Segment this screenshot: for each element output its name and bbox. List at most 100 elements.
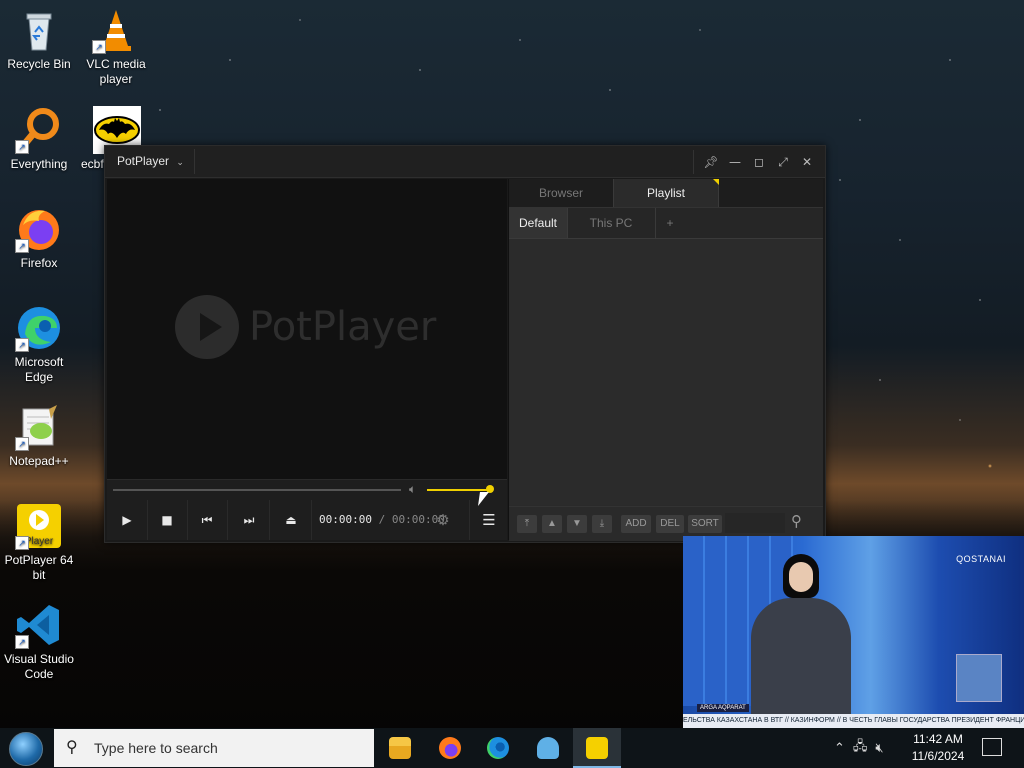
playlist-toggle-button[interactable]: ☰ xyxy=(469,500,508,540)
panel-tabs: Browser Playlist xyxy=(509,179,823,208)
program-tag: ARGA AQPARAT xyxy=(697,704,749,712)
taskbar-firefox[interactable] xyxy=(426,728,474,768)
shortcut-arrow-icon: ↗ xyxy=(92,40,106,54)
pin-icon[interactable]: 📌︎ xyxy=(701,152,721,172)
volume-slider[interactable] xyxy=(427,489,490,491)
desktop-icon-recycle-bin[interactable]: Recycle Bin xyxy=(2,6,76,72)
maximize-button[interactable]: ◻ xyxy=(749,152,769,172)
potplayer-logo: PotPlayer xyxy=(175,295,436,359)
playlist-list[interactable] xyxy=(509,239,823,505)
shortcut-arrow-icon: ↗ xyxy=(15,338,29,352)
time-separator: / xyxy=(378,513,386,526)
stop-button[interactable]: ■ xyxy=(147,500,188,540)
seek-row: 🔈︎ xyxy=(107,479,507,500)
seek-bar[interactable] xyxy=(113,489,401,491)
shortcut-arrow-icon: ↗ xyxy=(15,635,29,649)
taskbar-clock[interactable]: 11:42 AM 11/6/2024 xyxy=(906,731,970,765)
file-explorer-icon xyxy=(389,737,411,759)
desktop-icon-firefox[interactable]: ↗ Firefox xyxy=(2,205,76,271)
shortcut-arrow-icon: ↗ xyxy=(15,437,29,451)
playlist-search-input[interactable] xyxy=(725,513,785,533)
desktop-icon-label: Recycle Bin xyxy=(7,57,71,71)
news-video-overlay[interactable]: QOSTANAI ARGA AQPARAT ЕЛЬСТВА КАЗАХСТАНА… xyxy=(683,536,1024,728)
fullscreen-button[interactable]: ⤢ xyxy=(773,152,793,172)
desktop-icon-label: PotPlayer 64 bit xyxy=(4,553,74,582)
logo-text: PotPlayer xyxy=(249,304,437,350)
tab-this-pc[interactable]: This PC xyxy=(567,208,656,238)
control-bar: ▶ ■ ⏮︎ ⏭︎ ⏏ 00:00:00 / 00:00:00 ⚙ ☰ xyxy=(107,500,507,540)
close-button[interactable]: ✕ xyxy=(797,152,817,172)
next-button[interactable]: ⏭︎ xyxy=(229,500,270,540)
notepadpp-icon: ↗ xyxy=(15,403,63,451)
app-menu-button[interactable]: PotPlayer ⌄ xyxy=(107,149,195,174)
start-button[interactable] xyxy=(6,730,46,766)
shortcut-arrow-icon: ↗ xyxy=(15,536,29,550)
taskbar-edge[interactable] xyxy=(474,728,522,768)
shell-icon xyxy=(537,737,559,759)
move-top-icon[interactable]: ⤒ xyxy=(517,515,537,533)
magnifier-icon: ↗ xyxy=(15,106,63,154)
add-button[interactable]: ADD xyxy=(621,515,651,533)
gear-icon[interactable]: ⚙ xyxy=(429,500,457,540)
add-tab-button[interactable]: + xyxy=(655,208,685,238)
windows-orb-icon xyxy=(9,732,43,766)
notification-icon[interactable] xyxy=(982,738,1002,756)
clock-time: 11:42 AM xyxy=(913,732,963,746)
taskbar-potplayer[interactable] xyxy=(573,728,621,768)
eject-button[interactable]: ⏏ xyxy=(271,500,312,540)
tab-playlist[interactable]: Playlist xyxy=(613,179,719,207)
svg-text:Player: Player xyxy=(25,536,54,547)
taskbar-shell[interactable] xyxy=(524,728,572,768)
chevron-up-icon[interactable]: ⌃ xyxy=(834,741,845,756)
tab-browser[interactable]: Browser xyxy=(509,179,613,207)
firefox-icon xyxy=(439,737,461,759)
speaker-muted-icon[interactable]: 🔇︎ xyxy=(875,741,883,756)
news-ticker: ЕЛЬСТВА КАЗАХСТАНА В ВТГ // КАЗИНФОРМ //… xyxy=(683,714,1024,728)
taskbar-file-explorer[interactable] xyxy=(376,728,424,768)
desktop-icon-label: Visual Studio Code xyxy=(4,652,74,681)
desktop-icon-vscode[interactable]: ↗ Visual Studio Code xyxy=(2,601,76,682)
desktop-icon-notepadpp[interactable]: ↗ Notepad++ xyxy=(2,403,76,469)
search-icon[interactable]: ⚲ xyxy=(791,512,802,530)
minimize-button[interactable]: — xyxy=(725,152,745,172)
clock-date: 11/6/2024 xyxy=(911,749,965,763)
video-area[interactable]: PotPlayer xyxy=(107,179,507,479)
edge-icon xyxy=(487,737,509,759)
desktop-icon-label: Notepad++ xyxy=(9,454,69,468)
desktop-icon-everything[interactable]: ↗ Everything xyxy=(2,106,76,172)
move-bottom-icon[interactable]: ⤓ xyxy=(592,515,612,533)
channel-logo: QOSTANAI xyxy=(956,554,1006,564)
chevron-down-icon: ⌄ xyxy=(176,157,184,167)
delete-button[interactable]: DEL xyxy=(656,515,684,533)
desktop-icon-edge[interactable]: ↗ Microsoft Edge xyxy=(2,304,76,385)
desktop-icon-label: VLC media player xyxy=(86,57,146,86)
move-up-icon[interactable]: ▲ xyxy=(542,515,562,533)
sign-language-inset xyxy=(956,654,1002,702)
play-button[interactable]: ▶ xyxy=(107,500,148,540)
taskbar-search-box[interactable]: ⚲ Type here to search xyxy=(54,729,374,767)
edge-icon: ↗ xyxy=(15,304,63,352)
app-menu-label: PotPlayer xyxy=(117,154,170,168)
playlist-panel: Browser Playlist Default This PC + ⤒ ▲ ▼… xyxy=(508,179,823,541)
previous-button[interactable]: ⏮︎ xyxy=(187,500,228,540)
recycle-bin-icon xyxy=(15,6,63,54)
playlist-tabs: Default This PC + xyxy=(509,208,823,239)
network-icon[interactable]: 🖧︎ xyxy=(853,737,868,759)
system-tray: ⌃ 🖧︎ 🔇︎ xyxy=(834,728,884,768)
tab-default[interactable]: Default xyxy=(509,208,568,238)
potplayer-icon: Player ↗ xyxy=(15,502,63,550)
search-placeholder: Type here to search xyxy=(94,740,218,756)
current-time: 00:00:00 xyxy=(319,513,372,526)
potplayer-window[interactable]: PotPlayer ⌄ 📌︎ — ◻ ⤢ ✕ PotPlayer 🔈︎ ▶ ■ … xyxy=(104,145,826,543)
move-down-icon[interactable]: ▼ xyxy=(567,515,587,533)
news-anchor xyxy=(741,554,861,714)
desktop-icon-vlc[interactable]: ↗ VLC media player xyxy=(79,6,153,87)
speaker-icon[interactable]: 🔈︎ xyxy=(409,482,416,497)
sort-button[interactable]: SORT xyxy=(688,515,722,533)
vlc-cone-icon: ↗ xyxy=(92,6,140,54)
desktop-icon-label: Microsoft Edge xyxy=(14,355,64,384)
play-logo-icon xyxy=(175,295,239,359)
title-bar[interactable]: PotPlayer ⌄ 📌︎ — ◻ ⤢ ✕ xyxy=(105,146,825,178)
desktop-icon-label: Everything xyxy=(10,157,68,171)
desktop-icon-potplayer[interactable]: Player ↗ PotPlayer 64 bit xyxy=(2,502,76,583)
